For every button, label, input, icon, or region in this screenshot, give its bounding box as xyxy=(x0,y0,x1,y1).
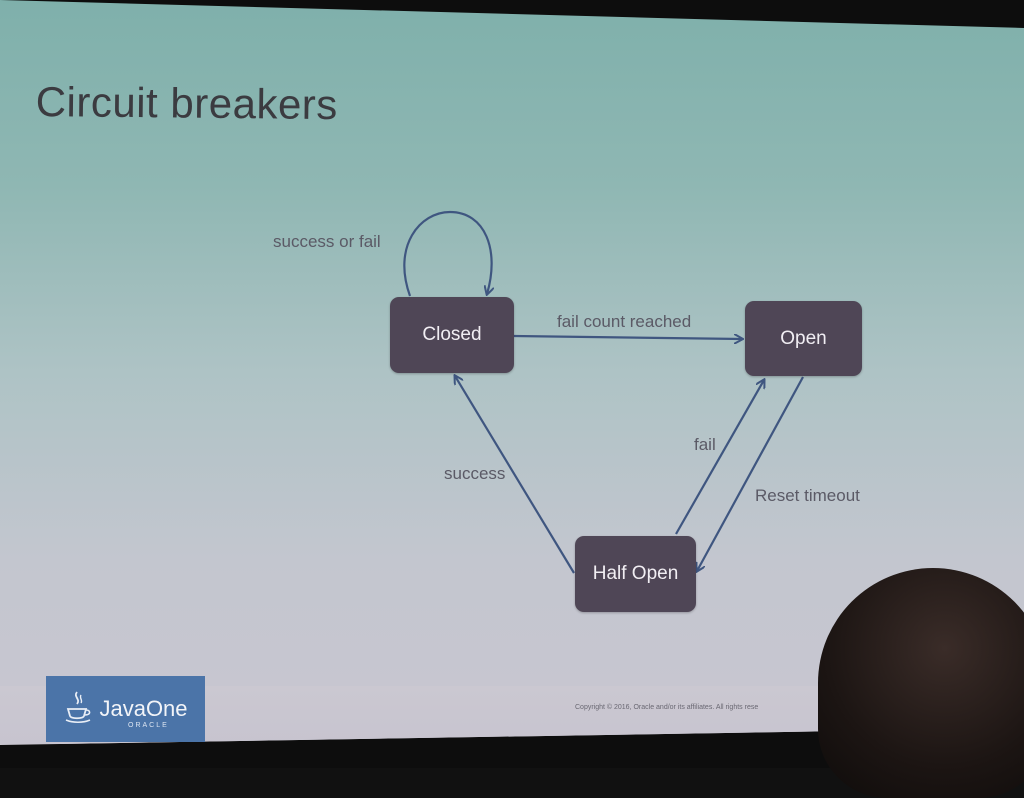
label-fail-count-reached: fail count reached xyxy=(557,312,692,331)
state-half-open: Half Open xyxy=(575,536,696,612)
state-open: Open xyxy=(745,301,862,376)
javaone-logo: JavaOne ORACLE xyxy=(46,676,205,742)
label-success-or-fail: success or fail xyxy=(273,232,381,251)
state-closed: Closed xyxy=(390,297,514,373)
label-reset-timeout: Reset timeout xyxy=(755,486,860,505)
edge-half-open-to-open xyxy=(675,380,764,535)
logo-wordmark: JavaOne xyxy=(99,696,188,721)
label-fail: fail xyxy=(694,435,716,454)
label-success: success xyxy=(444,464,506,483)
edge-closed-to-open xyxy=(513,336,742,339)
logo-subtext: ORACLE xyxy=(128,722,169,729)
java-cup-icon xyxy=(63,689,93,730)
edge-self-loop-closed xyxy=(403,210,491,296)
